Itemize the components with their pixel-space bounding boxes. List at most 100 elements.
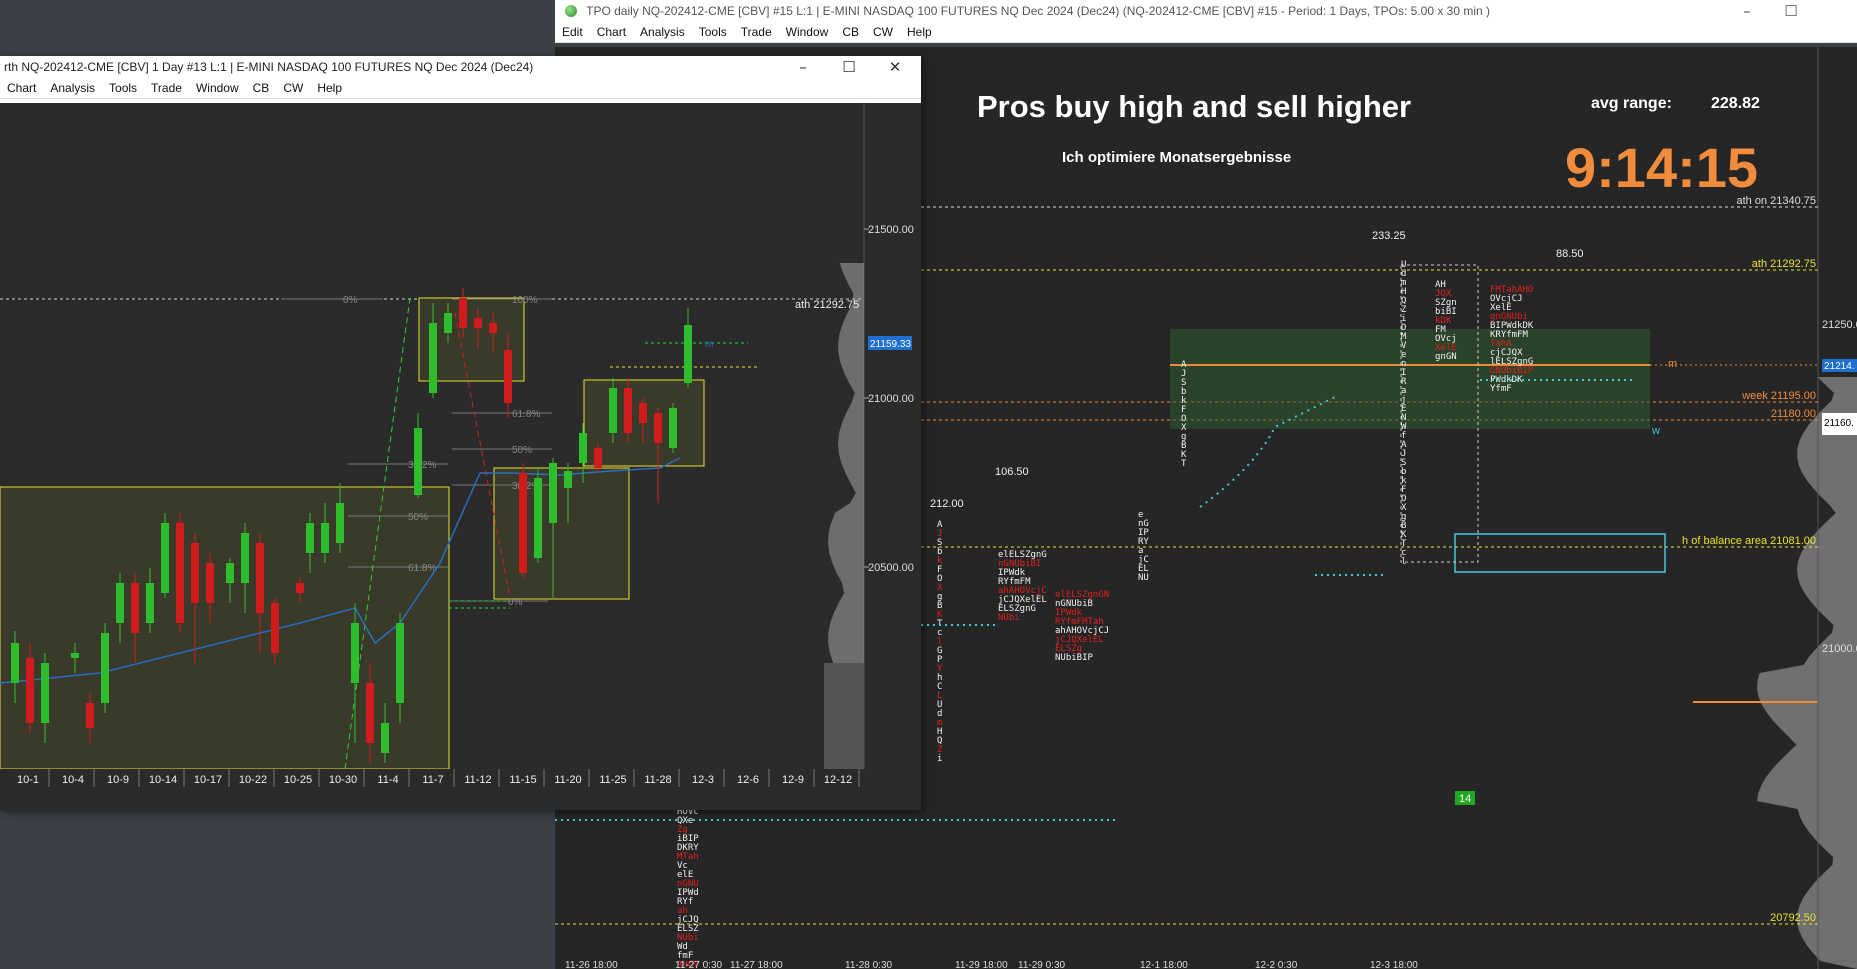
rth-menu-cw[interactable]: CW	[276, 81, 310, 95]
tpo-menu-cw[interactable]: CW	[866, 25, 900, 39]
candle-body	[11, 643, 19, 683]
candle-body	[489, 323, 497, 333]
date-label: 10-22	[239, 774, 267, 786]
avg-range-label: avg range:	[1591, 95, 1672, 112]
candle-chart-area[interactable]: 21500.00 21000.00 20500.00 21159.33 ath 2129…	[0, 103, 921, 810]
candle-body	[669, 408, 677, 448]
range-label: 106.50	[995, 466, 1029, 478]
date-label: 12-2 0:30	[1255, 960, 1298, 969]
tpo-window-titlebar[interactable]: TPO daily NQ-202412-CME [CBV] #15 L:1 | …	[555, 0, 1857, 22]
candle-body	[86, 703, 94, 728]
date-label: 12-3	[692, 774, 714, 786]
candle-body	[226, 563, 234, 583]
tpo-letters: YfmF	[1490, 384, 1512, 394]
candle-body	[381, 723, 389, 753]
m-label: m	[705, 339, 713, 350]
candle-body	[271, 603, 279, 653]
rth-menu-chart[interactable]: Chart	[0, 81, 43, 95]
candle-body	[41, 663, 49, 723]
minimize-icon[interactable]: –	[781, 56, 825, 78]
level-label: h of balance area 21081.00	[1682, 535, 1816, 547]
ath-label: ath 21292.75	[795, 299, 859, 311]
tpo-menu-trade[interactable]: Trade	[734, 25, 779, 39]
rth-menu-analysis[interactable]: Analysis	[43, 81, 102, 95]
date-label: 11-29 0:30	[1018, 960, 1066, 969]
candle-body	[444, 313, 452, 333]
date-label: 11-28	[644, 774, 671, 786]
w-marker: w	[1651, 425, 1660, 437]
candle-body	[71, 653, 79, 658]
level-label: 20792.50	[1770, 912, 1816, 924]
candle-body	[296, 583, 304, 593]
date-label: 11-27 0:30	[675, 960, 723, 969]
candle-body	[256, 543, 264, 613]
candle-body	[161, 523, 169, 593]
rth-menu-help[interactable]: Help	[310, 81, 349, 95]
app-globe-icon	[565, 5, 577, 17]
tpo-menu-edit[interactable]: Edit	[555, 25, 590, 39]
date-label: 12-1 18:00	[1140, 960, 1188, 969]
avg-range-value: 228.82	[1711, 95, 1760, 112]
candle-body	[609, 388, 617, 433]
tpo-letters: i	[937, 754, 942, 764]
date-label: 11-27 18:00	[730, 960, 783, 969]
date-label: 11-15	[509, 774, 536, 786]
date-label: 12-3 18:00	[1370, 960, 1418, 969]
date-label: 11-7	[422, 774, 443, 786]
date-label: 11-25	[599, 774, 626, 786]
maximize-icon[interactable]: ☐	[1769, 0, 1813, 22]
fib-label: 61.8%	[512, 409, 540, 420]
date-label: 11-28 0:30	[845, 960, 893, 969]
rth-menu-trade[interactable]: Trade	[144, 81, 189, 95]
price-tick: 21000.00	[1822, 643, 1857, 655]
fib-label: 100%	[512, 295, 538, 306]
tpo-menu-chart[interactable]: Chart	[590, 25, 633, 39]
rth-menu-tools[interactable]: Tools	[102, 81, 144, 95]
tpo-menu-cb[interactable]: CB	[835, 25, 866, 39]
candle-body	[116, 583, 124, 623]
subline: Ich optimiere Monatsergebnisse	[1062, 149, 1292, 166]
candle-body	[684, 325, 692, 383]
date-label: 11-20	[554, 774, 581, 786]
candle-body	[146, 583, 154, 623]
candle-body	[429, 323, 437, 393]
tpo-menu-help[interactable]: Help	[900, 25, 939, 39]
candle-body	[321, 523, 329, 553]
minimize-icon[interactable]: –	[1725, 0, 1769, 22]
tpo-menu-tools[interactable]: Tools	[692, 25, 734, 39]
m-marker: m	[1668, 358, 1677, 370]
range-label: 233.25	[1372, 230, 1406, 242]
candle-body	[534, 478, 542, 558]
fib-label: 38.2%	[408, 460, 436, 471]
date-label: 10-30	[329, 774, 357, 786]
date-label: 12-12	[824, 774, 852, 786]
fib-label: 50%	[512, 445, 532, 456]
badge-text: 14	[1459, 793, 1471, 805]
candle-body	[549, 463, 557, 523]
price-tick: 21000.00	[868, 393, 914, 405]
rth-menu-window[interactable]: Window	[189, 81, 246, 95]
range-label: 212.00	[930, 498, 964, 510]
fib-label: 0%	[508, 597, 523, 608]
fib-label: 0%	[343, 295, 358, 306]
date-label: 10-1	[17, 774, 39, 786]
candle-body	[414, 428, 422, 495]
date-label: 10-17	[194, 774, 222, 786]
rth-menu-cb[interactable]: CB	[246, 81, 277, 95]
maximize-icon[interactable]: ☐	[827, 56, 871, 78]
candle-body	[654, 413, 662, 443]
candle-body	[191, 543, 199, 603]
candle-body	[366, 683, 374, 743]
date-label: 12-9	[782, 774, 804, 786]
tpo-menu-analysis[interactable]: Analysis	[633, 25, 692, 39]
close-icon[interactable]: ✕	[873, 56, 917, 78]
candle-body	[206, 563, 214, 603]
volume-profile	[824, 663, 864, 769]
candle-chart-svg: 21500.00 21000.00 20500.00 21159.33 ath 2129…	[0, 103, 921, 810]
tpo-menu-window[interactable]: Window	[779, 25, 836, 39]
date-label: 11-29 18:00	[955, 960, 1008, 969]
date-label: 12-6	[737, 774, 759, 786]
candle-body	[241, 533, 249, 583]
tpo-letters: T	[1181, 459, 1187, 469]
candle-body	[579, 433, 587, 463]
